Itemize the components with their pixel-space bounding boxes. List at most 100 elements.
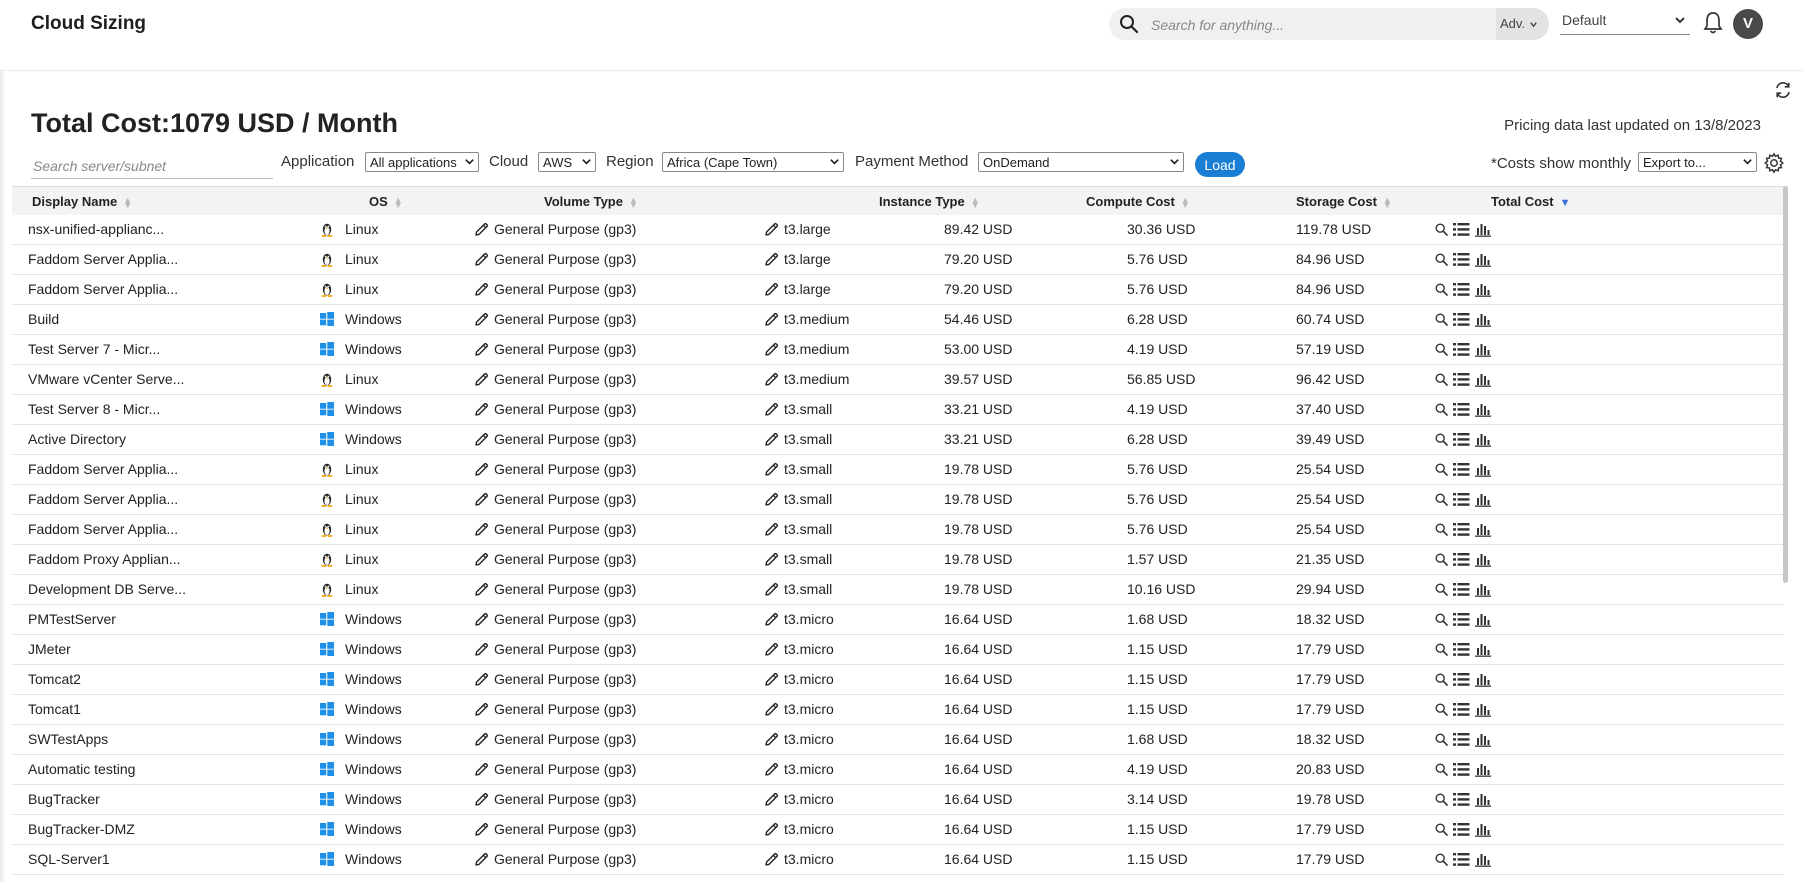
bar-chart-icon[interactable] (1475, 372, 1491, 390)
pencil-icon[interactable] (474, 792, 489, 810)
list-icon[interactable] (1453, 852, 1470, 870)
table-row[interactable]: BugTracker-DMZ Windows General Purpose (gp… (12, 815, 1784, 845)
pencil-icon[interactable] (764, 672, 779, 690)
list-icon[interactable] (1453, 612, 1470, 630)
table-scrollbar[interactable] (1783, 186, 1788, 583)
pencil-icon[interactable] (474, 672, 489, 690)
list-icon[interactable] (1453, 762, 1470, 780)
display-name-cell[interactable]: Faddom Server Applia... (28, 251, 178, 267)
column-settings-gear-icon[interactable] (1763, 152, 1785, 174)
table-row[interactable]: Active Directory Windows General Purpose (… (12, 425, 1784, 455)
search-icon[interactable] (1435, 553, 1448, 569)
application-select[interactable]: All applications (365, 152, 479, 172)
search-icon[interactable] (1435, 463, 1448, 479)
list-icon[interactable] (1453, 522, 1470, 540)
list-icon[interactable] (1453, 792, 1470, 810)
search-icon[interactable] (1435, 223, 1448, 239)
pencil-icon[interactable] (474, 852, 489, 870)
table-row[interactable]: nsx-unified-applianc... Linux General Purp… (12, 215, 1784, 245)
list-icon[interactable] (1453, 702, 1470, 720)
search-icon[interactable] (1435, 583, 1448, 599)
bar-chart-icon[interactable] (1475, 432, 1491, 450)
search-icon[interactable] (1435, 523, 1448, 539)
bar-chart-icon[interactable] (1475, 672, 1491, 690)
table-row[interactable]: Faddom Server Applia... Linux General Purp… (12, 515, 1784, 545)
pencil-icon[interactable] (764, 702, 779, 720)
display-name-cell[interactable]: Faddom Proxy Applian... (28, 551, 181, 567)
display-name-cell[interactable]: Active Directory (28, 431, 126, 447)
user-avatar[interactable]: V (1733, 9, 1763, 39)
bar-chart-icon[interactable] (1475, 792, 1491, 810)
refresh-icon[interactable] (1774, 81, 1792, 99)
bar-chart-icon[interactable] (1475, 222, 1491, 240)
pencil-icon[interactable] (474, 582, 489, 600)
bar-chart-icon[interactable] (1475, 462, 1491, 480)
display-name-cell[interactable]: BugTracker-DMZ (28, 821, 135, 837)
list-icon[interactable] (1453, 672, 1470, 690)
table-row[interactable]: Development DB Serve... Linux General Purp… (12, 575, 1784, 605)
table-row[interactable]: Build Windows General Purpose (gp3) t3.medi… (12, 305, 1784, 335)
pencil-icon[interactable] (474, 432, 489, 450)
pencil-icon[interactable] (764, 492, 779, 510)
search-icon[interactable] (1435, 313, 1448, 329)
pencil-icon[interactable] (474, 492, 489, 510)
list-icon[interactable] (1453, 822, 1470, 840)
bar-chart-icon[interactable] (1475, 822, 1491, 840)
column-header-storage-cost[interactable]: Storage Cost ▲ ▼ (1296, 194, 1392, 209)
display-name-cell[interactable]: JMeter (28, 641, 71, 657)
pencil-icon[interactable] (764, 852, 779, 870)
bar-chart-icon[interactable] (1475, 282, 1491, 300)
display-name-cell[interactable]: Faddom Server Applia... (28, 461, 178, 477)
display-name-cell[interactable]: Faddom Server Applia... (28, 281, 178, 297)
table-row[interactable]: Faddom Proxy Applian... Linux General Purp… (12, 545, 1784, 575)
pencil-icon[interactable] (764, 432, 779, 450)
search-icon[interactable] (1435, 373, 1448, 389)
table-row[interactable]: SQL-Server1 Windows General Purpose (gp3) t… (12, 845, 1784, 875)
table-row[interactable]: Tomcat2 Windows General Purpose (gp3) t3.mi… (12, 665, 1784, 695)
display-name-cell[interactable]: Faddom Server Applia... (28, 491, 178, 507)
pencil-icon[interactable] (764, 522, 779, 540)
pencil-icon[interactable] (474, 552, 489, 570)
list-icon[interactable] (1453, 432, 1470, 450)
pencil-icon[interactable] (764, 792, 779, 810)
bell-icon[interactable] (1702, 11, 1724, 35)
pencil-icon[interactable] (764, 222, 779, 240)
server-search-input[interactable] (31, 154, 273, 179)
table-row[interactable]: Test Server 8 - Micr... Windows General Pu… (12, 395, 1784, 425)
display-name-cell[interactable]: Automatic testing (28, 761, 135, 777)
bar-chart-icon[interactable] (1475, 312, 1491, 330)
search-icon[interactable] (1435, 403, 1448, 419)
bar-chart-icon[interactable] (1475, 732, 1491, 750)
pencil-icon[interactable] (474, 702, 489, 720)
global-search[interactable] (1109, 8, 1593, 40)
pencil-icon[interactable] (474, 612, 489, 630)
export-select[interactable]: Export to... (1638, 152, 1757, 172)
pencil-icon[interactable] (764, 642, 779, 660)
display-name-cell[interactable]: Faddom Server Applia... (28, 521, 178, 537)
column-header-volume-type[interactable]: Volume Type ▲ ▼ (544, 194, 638, 209)
list-icon[interactable] (1453, 252, 1470, 270)
pencil-icon[interactable] (474, 252, 489, 270)
search-icon[interactable] (1435, 253, 1448, 269)
bar-chart-icon[interactable] (1475, 762, 1491, 780)
table-row[interactable]: PMTestServer Windows General Purpose (gp3)… (12, 605, 1784, 635)
bar-chart-icon[interactable] (1475, 492, 1491, 510)
column-header-os[interactable]: OS ▲ ▼ (369, 194, 403, 209)
list-icon[interactable] (1453, 402, 1470, 420)
pencil-icon[interactable] (474, 732, 489, 750)
pencil-icon[interactable] (764, 252, 779, 270)
display-name-cell[interactable]: SQL-Server1 (28, 851, 110, 867)
pencil-icon[interactable] (764, 582, 779, 600)
pencil-icon[interactable] (474, 342, 489, 360)
load-button[interactable]: Load (1195, 152, 1245, 177)
list-icon[interactable] (1453, 462, 1470, 480)
table-row[interactable]: Faddom Server Applia... Linux General Purp… (12, 455, 1784, 485)
list-icon[interactable] (1453, 342, 1470, 360)
pencil-icon[interactable] (764, 312, 779, 330)
display-name-cell[interactable]: VMware vCenter Serve... (28, 371, 184, 387)
region-select[interactable]: Africa (Cape Town) (662, 152, 844, 172)
table-row[interactable]: Faddom Server Applia... Linux General Purp… (12, 275, 1784, 305)
bar-chart-icon[interactable] (1475, 642, 1491, 660)
column-header-compute-cost[interactable]: Compute Cost ▲ ▼ (1086, 194, 1190, 209)
bar-chart-icon[interactable] (1475, 522, 1491, 540)
